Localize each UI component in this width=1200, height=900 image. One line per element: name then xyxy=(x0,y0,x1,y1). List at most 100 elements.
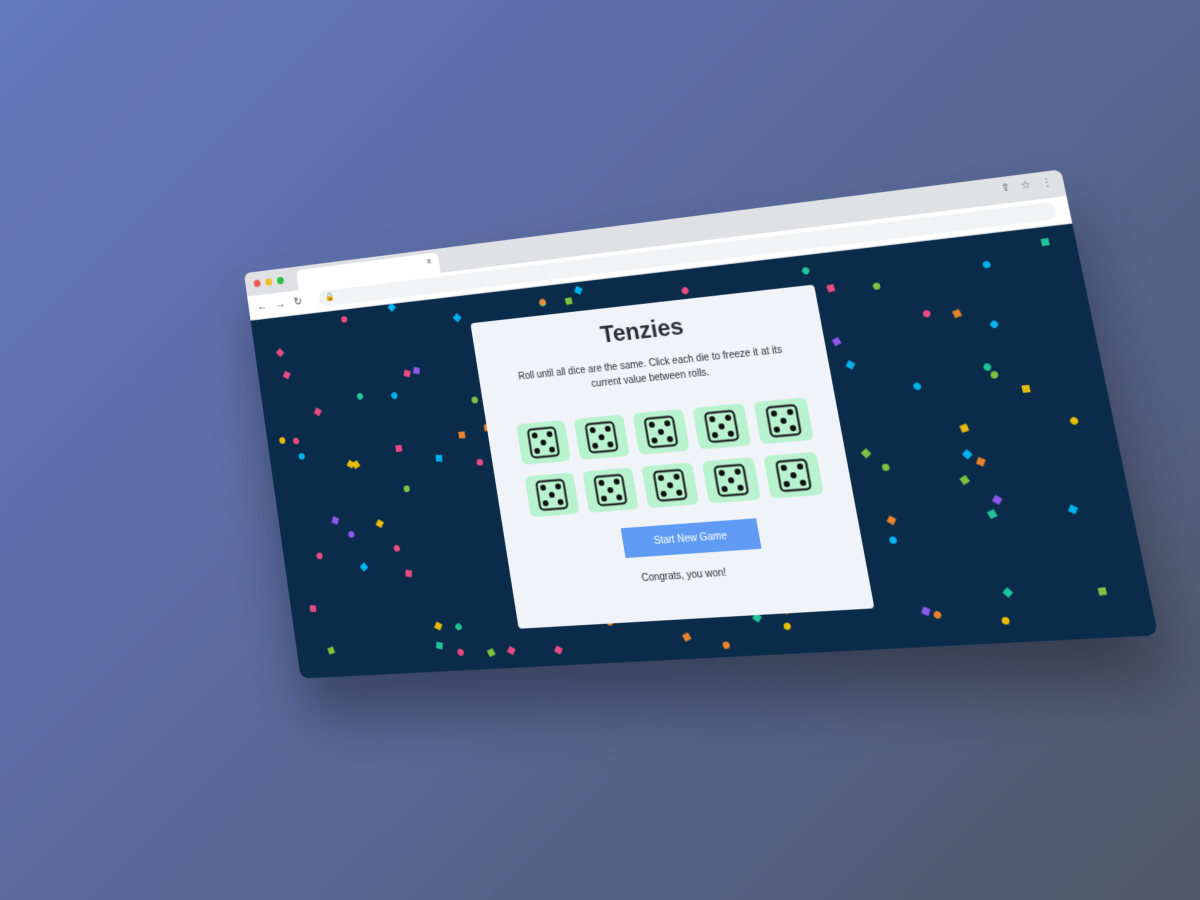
confetti-piece xyxy=(881,463,891,472)
win-message: Congrats, you won! xyxy=(640,567,728,585)
confetti-piece xyxy=(434,621,443,631)
confetti-piece xyxy=(800,265,811,276)
confetti-piece xyxy=(435,454,443,462)
confetti-piece xyxy=(1001,616,1010,626)
die-face-icon xyxy=(703,409,740,444)
confetti-piece xyxy=(988,319,1000,330)
confetti-piece xyxy=(347,530,356,539)
minimize-window-button[interactable] xyxy=(264,277,273,287)
forward-icon[interactable]: → xyxy=(274,297,286,311)
confetti-piece xyxy=(721,640,731,650)
die-face-icon xyxy=(526,426,561,460)
share-icon[interactable]: ⇧ xyxy=(1000,182,1011,194)
die-face-icon xyxy=(643,415,679,449)
confetti-piece xyxy=(476,458,484,466)
navigation-buttons: ← → ↻ xyxy=(256,294,303,312)
confetti-piece xyxy=(981,259,992,270)
confetti-piece xyxy=(1097,587,1108,596)
confetti-piece xyxy=(951,308,963,319)
confetti-piece xyxy=(375,519,384,529)
confetti-piece xyxy=(574,285,583,295)
confetti-piece xyxy=(831,336,842,347)
confetti-piece xyxy=(826,283,836,293)
confetti-piece xyxy=(313,407,322,417)
confetti-piece xyxy=(1040,237,1050,247)
die-face-icon xyxy=(712,463,750,498)
confetti-piece xyxy=(282,370,291,380)
confetti-piece xyxy=(456,647,465,657)
confetti-piece xyxy=(845,360,856,370)
confetti-piece xyxy=(932,609,943,620)
die-1[interactable] xyxy=(516,420,571,465)
confetti-piece xyxy=(403,369,411,378)
die-face-icon xyxy=(593,473,629,507)
confetti-piece xyxy=(888,536,898,545)
confetti-piece xyxy=(405,569,412,578)
die-face-icon xyxy=(584,420,620,454)
confetti-piece xyxy=(1067,504,1079,515)
die-5[interactable] xyxy=(753,397,814,445)
menu-icon[interactable]: ⋮ xyxy=(1040,177,1053,190)
tenzies-card: Tenzies Roll until all dice are the same… xyxy=(470,284,875,629)
confetti-piece xyxy=(413,366,420,375)
start-new-game-button[interactable]: Start New Game xyxy=(620,518,762,559)
confetti-piece xyxy=(454,622,464,632)
die-10[interactable] xyxy=(763,451,824,499)
confetti-piece xyxy=(387,302,397,312)
confetti-piece xyxy=(976,456,986,467)
back-icon[interactable]: ← xyxy=(256,299,268,313)
confetti-piece xyxy=(783,622,791,631)
confetti-piece xyxy=(486,648,496,658)
confetti-piece xyxy=(356,392,364,401)
confetti-piece xyxy=(275,348,285,358)
confetti-piece xyxy=(327,646,336,655)
confetti-piece xyxy=(564,297,573,305)
die-8[interactable] xyxy=(641,462,700,509)
close-window-button[interactable] xyxy=(253,279,261,288)
confetti-piece xyxy=(991,494,1003,506)
die-6[interactable] xyxy=(524,472,580,518)
confetti-piece xyxy=(436,641,443,650)
browser-window: × ⇧ ☆ ⋮ ← → ↻ 🔒 Tenzies Roll until all d… xyxy=(243,169,1159,679)
maximize-window-button[interactable] xyxy=(276,276,285,285)
tab-close-icon[interactable]: × xyxy=(426,257,433,268)
confetti-piece xyxy=(961,449,973,460)
confetti-piece xyxy=(681,632,692,642)
confetti-piece xyxy=(922,309,932,319)
confetti-piece xyxy=(886,515,897,526)
confetti-piece xyxy=(316,551,323,560)
confetti-piece xyxy=(872,282,881,291)
reload-icon[interactable]: ↻ xyxy=(293,294,303,308)
confetti-piece xyxy=(959,474,971,486)
confetti-piece xyxy=(392,543,402,553)
confetti-piece xyxy=(331,516,340,525)
die-face-icon xyxy=(764,403,802,438)
die-face-icon xyxy=(652,468,689,502)
die-2[interactable] xyxy=(573,414,630,460)
confetti-piece xyxy=(452,313,462,323)
die-9[interactable] xyxy=(701,457,761,504)
confetti-piece xyxy=(990,370,999,379)
browser-actions: ⇧ ☆ ⋮ xyxy=(1000,177,1054,195)
confetti-piece xyxy=(959,423,970,433)
confetti-piece xyxy=(278,436,287,445)
confetti-piece xyxy=(292,436,301,446)
confetti-piece xyxy=(1002,587,1014,598)
die-4[interactable] xyxy=(692,403,752,450)
confetti-piece xyxy=(554,645,563,655)
star-icon[interactable]: ☆ xyxy=(1020,180,1032,192)
confetti-piece xyxy=(860,448,872,459)
dice-grid xyxy=(516,397,824,518)
confetti-piece xyxy=(1068,415,1080,427)
die-face-icon xyxy=(774,458,812,493)
confetti-piece xyxy=(912,381,923,392)
confetti-piece xyxy=(298,453,305,460)
confetti-piece xyxy=(921,606,931,617)
window-controls xyxy=(253,276,285,288)
confetti-piece xyxy=(471,396,479,404)
die-7[interactable] xyxy=(582,467,639,513)
confetti-piece xyxy=(403,485,411,493)
confetti-piece xyxy=(506,645,516,656)
confetti-piece xyxy=(390,391,399,401)
die-3[interactable] xyxy=(632,408,690,455)
